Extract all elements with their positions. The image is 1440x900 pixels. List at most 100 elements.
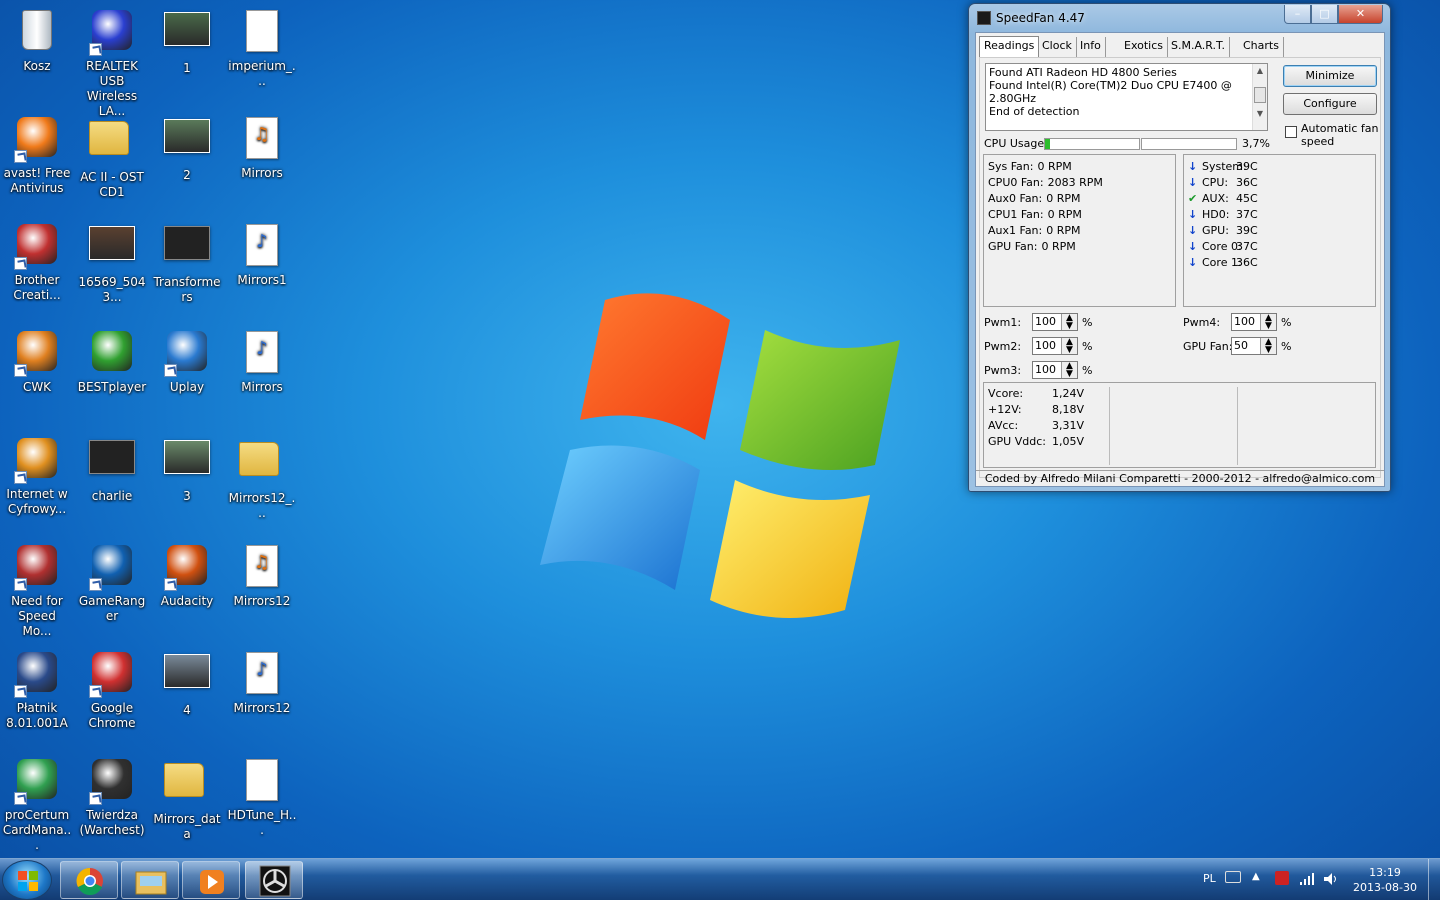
desktop-icon[interactable]: Uplay — [150, 327, 224, 427]
tab-exotics[interactable]: Exotics — [1120, 37, 1168, 57]
check-icon: ✔ — [1188, 192, 1198, 205]
desktop-icon[interactable]: ♫ Mirrors — [225, 113, 299, 213]
tab-info[interactable]: Info — [1076, 37, 1106, 57]
configure-button[interactable]: Configure — [1283, 93, 1377, 115]
shortcut-arrow-icon — [164, 578, 177, 591]
volume-icon[interactable] — [1322, 871, 1338, 887]
taskbar-chrome[interactable] — [60, 861, 118, 899]
desktop-icon[interactable]: 16569_5043... — [75, 220, 149, 320]
spin-arrows-icon[interactable]: ▲ ▼ — [1260, 338, 1276, 355]
desktop-icon[interactable]: Mirrors12_... — [225, 434, 299, 534]
desktop-icon[interactable]: Mirrors_data — [150, 755, 224, 855]
keyboard-icon[interactable] — [1225, 871, 1241, 883]
desktop-icon[interactable]: Transformers — [150, 220, 224, 320]
desktop-icon[interactable]: charlie — [75, 434, 149, 534]
minimize-button[interactable]: Minimize — [1283, 65, 1377, 87]
desktop-icon-label: Mirrors1 — [237, 273, 287, 287]
spin-arrows-icon[interactable]: ▲ ▼ — [1061, 338, 1077, 355]
spin-arrows-icon[interactable]: ▲ ▼ — [1061, 314, 1077, 331]
pwm-spinner[interactable]: 50 ▲ ▼ — [1231, 337, 1277, 355]
pwm-spinner[interactable]: 100 ▲ ▼ — [1032, 337, 1078, 355]
tab-clock[interactable]: Clock — [1038, 37, 1077, 57]
tab-readings[interactable]: Readings — [979, 36, 1040, 57]
folder-icon — [164, 763, 210, 809]
temperature-value: 37C — [1236, 240, 1258, 253]
desktop-icon[interactable]: GameRanger — [75, 541, 149, 641]
tab-charts[interactable]: Charts — [1239, 37, 1284, 57]
maximize-window-button[interactable]: □ — [1311, 5, 1338, 24]
shortcut-arrow-icon — [89, 43, 102, 56]
desktop-icon[interactable]: 3 — [150, 434, 224, 534]
temperature-value: 36C — [1236, 176, 1258, 189]
temperature-label: CPU: — [1202, 176, 1229, 189]
desktop-icon[interactable]: Kosz — [0, 6, 74, 106]
desktop-icon[interactable]: Internet w Cyfrowy... — [0, 434, 74, 534]
desktop-icon[interactable]: ♫ Mirrors12 — [225, 541, 299, 641]
desktop-icon[interactable]: 2 — [150, 113, 224, 213]
desktop-icon[interactable]: HDTune_H... — [225, 755, 299, 855]
shortcut-arrow-icon — [14, 792, 27, 805]
show-hidden-icons-icon[interactable]: ▲ — [1252, 871, 1260, 882]
shortcut-arrow-icon — [89, 685, 102, 698]
shortcut-arrow-icon — [164, 364, 177, 377]
fan-reading: Aux1 Fan: 0 RPM — [988, 224, 1081, 237]
desktop-icon[interactable]: 1 — [150, 6, 224, 106]
windows-logo — [540, 293, 900, 618]
folder-icon — [89, 121, 135, 167]
status-bar: Coded by Alfredo Milani Comparetti - 200… — [976, 470, 1384, 486]
desktop-icon[interactable]: avast! Free Antivirus — [0, 113, 74, 213]
pwm-spinner[interactable]: 100 ▲ ▼ — [1231, 313, 1277, 331]
desktop-icon[interactable]: ♪ Mirrors1 — [225, 220, 299, 320]
tab-smart[interactable]: S.M.A.R.T. — [1167, 37, 1230, 57]
desktop-icon[interactable]: AC II - OST CD1 — [75, 113, 149, 213]
arrow-down-icon: ↓ — [1188, 160, 1198, 173]
taskbar-media-player[interactable] — [182, 861, 240, 899]
pwm-value[interactable]: 100 — [1035, 339, 1056, 352]
desktop-icon-label: proCertum CardMana... — [2, 808, 72, 852]
desktop-icon-label: CWK — [22, 380, 52, 394]
log-scrollbar[interactable]: ▲ ▼ — [1252, 64, 1267, 130]
pwm-spinner[interactable]: 100 ▲ ▼ — [1032, 361, 1078, 379]
automatic-fan-checkbox[interactable] — [1285, 126, 1297, 138]
desktop-icon[interactable]: ♪ Mirrors — [225, 327, 299, 427]
network-signal-icon[interactable] — [1299, 871, 1315, 887]
desktop-icon[interactable]: Need for Speed Mo... — [0, 541, 74, 641]
thumb-icon — [164, 119, 210, 165]
minimize-window-button[interactable]: – — [1284, 5, 1311, 24]
app-icon — [164, 545, 210, 591]
cpu-usage-value: 3,7% — [1242, 137, 1270, 150]
desktop-icon[interactable]: REALTEK USB Wireless LA... — [75, 6, 149, 118]
spin-arrows-icon[interactable]: ▲ ▼ — [1260, 314, 1276, 331]
show-desktop-button[interactable] — [1428, 859, 1440, 900]
desktop-icon[interactable]: Brother Creati... — [0, 220, 74, 320]
taskbar-speedfan[interactable] — [245, 861, 303, 899]
detection-log[interactable]: Found ATI Radeon HD 4800 Series Found In… — [985, 63, 1268, 131]
desktop-icon[interactable]: Audacity — [150, 541, 224, 641]
taskbar-explorer[interactable] — [121, 861, 179, 899]
start-button[interactable] — [2, 860, 52, 900]
pwm-value[interactable]: 50 — [1234, 339, 1248, 352]
desktop-icon[interactable]: ♪ Mirrors12 — [225, 648, 299, 748]
shortcut-arrow-icon — [14, 257, 27, 270]
desktop-icon[interactable]: CWK — [0, 327, 74, 427]
desktop-icon[interactable]: proCertum CardMana... — [0, 755, 74, 855]
pwm-value[interactable]: 100 — [1234, 315, 1255, 328]
desktop-icon[interactable]: imperium_... — [225, 6, 299, 106]
pwm-value[interactable]: 100 — [1035, 363, 1056, 376]
pwm-value[interactable]: 100 — [1035, 315, 1056, 328]
desktop-icon[interactable]: Płatnik 8.01.001A — [0, 648, 74, 748]
language-indicator[interactable]: PL — [1203, 872, 1216, 885]
spin-arrows-icon[interactable]: ▲ ▼ — [1061, 362, 1077, 379]
desktop-icon[interactable]: 4 — [150, 648, 224, 748]
pwm-spinner[interactable]: 100 ▲ ▼ — [1032, 313, 1078, 331]
clock[interactable]: 13:19 2013-08-30 — [1350, 865, 1420, 895]
action-center-icon[interactable] — [1275, 871, 1289, 885]
desktop-icon[interactable]: BESTplayer — [75, 327, 149, 427]
desktop-icon[interactable]: Google Chrome — [75, 648, 149, 748]
fan-label: CPU0 Fan: — [988, 176, 1044, 189]
speedfan-window[interactable]: SpeedFan 4.47 – □ ✕ Readings Clock Info Exo… — [968, 3, 1391, 492]
app-icon — [89, 652, 135, 698]
title-bar[interactable]: SpeedFan 4.47 – □ ✕ — [969, 4, 1390, 32]
close-window-button[interactable]: ✕ — [1338, 5, 1383, 24]
desktop-icon[interactable]: Twierdza (Warchest) — [75, 755, 149, 855]
